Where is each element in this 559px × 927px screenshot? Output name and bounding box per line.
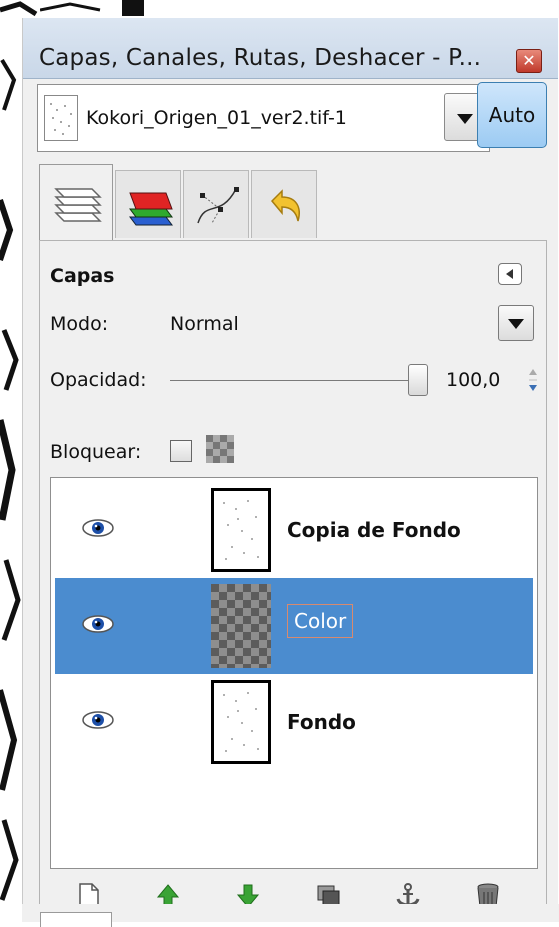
auto-button[interactable]: Auto [477, 82, 547, 148]
mode-dropdown-button[interactable] [498, 305, 534, 341]
lock-alpha-icon[interactable] [206, 435, 234, 463]
eye-icon[interactable] [81, 614, 115, 634]
layer-row-copia-de-fondo[interactable]: Copia de Fondo [55, 482, 533, 578]
panel-menu-button[interactable] [498, 263, 522, 285]
layer-list: Copia de Fondo Color Fondo [50, 477, 538, 869]
opacity-slider-handle[interactable] [408, 364, 428, 396]
mode-select[interactable]: Normal [170, 313, 239, 335]
layer-row-fondo[interactable]: Fondo [55, 674, 533, 770]
layer-name-edit-field[interactable]: Color [287, 604, 354, 638]
tab-undo[interactable] [251, 170, 317, 238]
layer-thumbnail [211, 488, 271, 572]
paths-icon [197, 187, 239, 224]
image-filename: Kokori_Origen_01_ver2.tif-1 [86, 107, 347, 129]
chevron-down-icon [457, 114, 473, 124]
eye-icon[interactable] [81, 518, 115, 538]
mode-label: Modo: [50, 313, 109, 335]
layers-icon [54, 188, 102, 222]
opacity-label: Opacidad: [50, 369, 147, 391]
eye-icon[interactable] [81, 710, 115, 730]
tab-layers[interactable] [39, 164, 113, 240]
panel-title: Capas [50, 265, 115, 287]
chevron-down-icon [508, 319, 524, 329]
dock-tabs [39, 164, 359, 240]
opacity-value[interactable]: 100,0 [446, 369, 500, 391]
opacity-spin-buttons[interactable] [526, 365, 540, 395]
chevron-left-icon [506, 269, 513, 279]
layer-name[interactable]: Fondo [287, 710, 356, 734]
tab-channels[interactable] [115, 170, 181, 238]
layers-dock-panel: Capas, Canales, Rutas, Deshacer - P... ✕… [22, 18, 558, 922]
undo-icon [270, 189, 300, 222]
layers-panel: Capas Modo: Normal Opacidad: 100,0 Bloqu… [39, 240, 547, 922]
title-bar[interactable]: Capas, Canales, Rutas, Deshacer - P... ✕ [23, 18, 558, 79]
bottom-tab-strip [22, 904, 559, 927]
layer-row-color[interactable]: Color [55, 578, 533, 674]
image-thumbnail [44, 95, 78, 141]
layer-thumbnail-transparent [211, 584, 271, 668]
layer-thumbnail [211, 680, 271, 764]
canvas-background-top [40, 0, 144, 16]
lock-pixels-checkbox[interactable] [170, 440, 192, 462]
bottom-tab[interactable] [40, 912, 112, 927]
layer-name[interactable]: Copia de Fondo [287, 518, 461, 542]
window-title: Capas, Canales, Rutas, Deshacer - P... [39, 45, 482, 71]
opacity-slider[interactable] [170, 380, 420, 381]
channels-icon [129, 192, 173, 226]
lock-label: Bloquear: [50, 441, 142, 463]
image-selector[interactable]: Kokori_Origen_01_ver2.tif-1 [37, 84, 490, 152]
close-icon[interactable]: ✕ [516, 49, 542, 73]
tab-paths[interactable] [183, 170, 249, 238]
